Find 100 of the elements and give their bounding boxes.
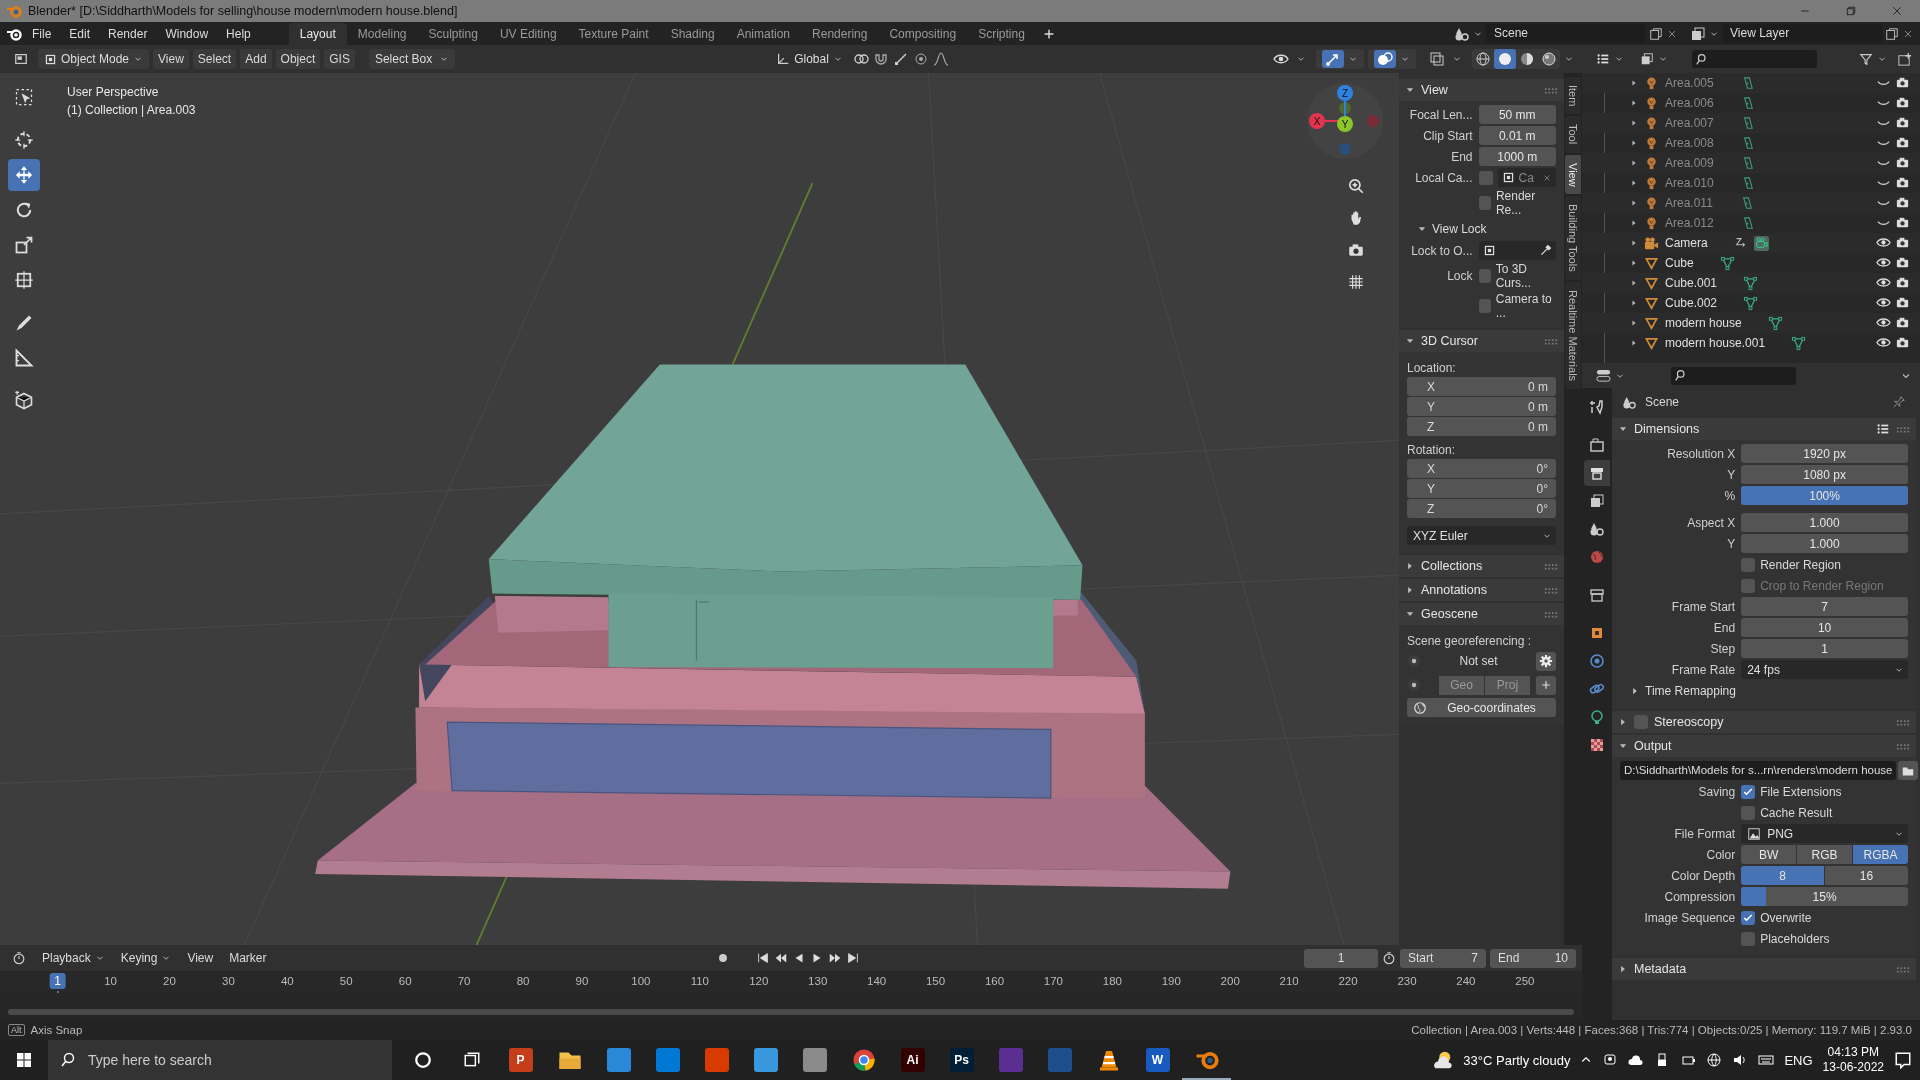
select-mode-dropdown[interactable]: Select Box: [368, 49, 455, 69]
sidebar-tab[interactable]: Tool: [1565, 116, 1581, 153]
current-frame-marker[interactable]: 1: [49, 973, 66, 989]
panel-header[interactable]: Stereoscopy: [1612, 711, 1916, 733]
expand-arrow-icon[interactable]: [1630, 119, 1638, 127]
expand-arrow-icon[interactable]: [1630, 339, 1638, 347]
toggle-button[interactable]: RGBA: [1853, 845, 1908, 864]
workspace-tab[interactable]: UV Editing: [488, 23, 568, 45]
frame-field[interactable]: Start 7: [1400, 948, 1486, 968]
checkbox[interactable]: [1478, 269, 1491, 283]
expand-arrow-icon[interactable]: [1630, 159, 1638, 167]
workspace-tab[interactable]: Sculpting: [417, 23, 489, 45]
workspace-tab[interactable]: Animation: [725, 23, 802, 45]
settings-button[interactable]: [1536, 651, 1556, 671]
outliner-item[interactable]: Area.012: [1665, 216, 1714, 230]
number-field[interactable]: Z 0°: [1407, 499, 1556, 518]
checkbox-label[interactable]: Placeholders: [1760, 931, 1830, 946]
task-view-icon[interactable]: [462, 1051, 481, 1069]
camera-icon[interactable]: [1895, 295, 1910, 310]
app-tile-icon[interactable]: [704, 1048, 729, 1072]
number-field[interactable]: 10: [1741, 618, 1908, 637]
next-key-icon[interactable]: [828, 951, 843, 965]
camera-icon[interactable]: [1347, 241, 1365, 259]
app-icon[interactable]: Ai: [900, 1048, 925, 1072]
number-field[interactable]: 1.000: [1741, 534, 1908, 553]
camera-icon[interactable]: [1895, 275, 1910, 290]
app-tile-icon[interactable]: [753, 1048, 778, 1072]
outliner-item[interactable]: Cube.001: [1665, 276, 1718, 290]
weather-text[interactable]: 33°C Partly cloudy: [1463, 1052, 1571, 1068]
menu-item[interactable]: Help: [218, 23, 259, 44]
copy-icon[interactable]: [1885, 26, 1899, 41]
dropdown[interactable]: 24 fps: [1741, 660, 1908, 679]
checkbox-label[interactable]: Render Region: [1760, 557, 1841, 572]
number-field[interactable]: 1.000: [1741, 513, 1908, 532]
outliner-item[interactable]: Area.008: [1665, 136, 1714, 150]
workspace-tab[interactable]: Scripting: [967, 23, 1036, 45]
menu-item[interactable]: GIS: [324, 49, 355, 69]
camera-icon[interactable]: [1895, 175, 1910, 190]
app-tile-icon[interactable]: [802, 1048, 827, 1072]
panel-header[interactable]: Annotations: [1399, 579, 1564, 601]
menu-item[interactable]: Window: [157, 23, 217, 44]
dropdown[interactable]: PNG: [1741, 824, 1908, 843]
toggle-button[interactable]: BW: [1741, 845, 1797, 864]
search-field[interactable]: Type here to search: [48, 1040, 392, 1080]
round-logo-icon[interactable]: [851, 1048, 876, 1072]
network-icon[interactable]: [1706, 1052, 1723, 1068]
checkbox[interactable]: [1478, 170, 1493, 185]
number-field[interactable]: 1000 m: [1478, 147, 1556, 166]
outliner-item[interactable]: Area.005: [1665, 76, 1714, 90]
menu-item[interactable]: Add: [240, 49, 272, 69]
windows-logo-icon[interactable]: [16, 1052, 32, 1068]
mesh-data-icon[interactable]: [1719, 255, 1735, 271]
webcam-icon[interactable]: [1602, 1052, 1619, 1068]
proportional-icon[interactable]: [912, 51, 929, 67]
outliner-item[interactable]: Cube.002: [1665, 296, 1718, 310]
radio-icon[interactable]: [1407, 678, 1421, 692]
camera-data-icon[interactable]: [1753, 235, 1769, 251]
checkbox-label[interactable]: File Extensions: [1760, 784, 1842, 799]
layers-icon[interactable]: [1690, 25, 1706, 42]
checkbox-label[interactable]: Cache Result: [1760, 805, 1833, 820]
menu-item[interactable]: Select: [192, 49, 237, 69]
clock-time[interactable]: 04:13 PM: [1827, 1045, 1879, 1060]
keyboard-icon[interactable]: [1758, 1052, 1775, 1068]
camera-icon[interactable]: [1895, 135, 1910, 150]
mesh-data-icon[interactable]: [1791, 335, 1807, 351]
toggle-button[interactable]: 8: [1741, 866, 1825, 885]
mode-dropdown[interactable]: Object Mode: [38, 49, 150, 69]
camera-icon[interactable]: [1895, 215, 1910, 230]
toggle-button[interactable]: [1374, 50, 1396, 68]
checkbox-label[interactable]: Camera to ...: [1495, 292, 1556, 320]
eye-icon[interactable]: [1876, 295, 1891, 310]
checkbox-label[interactable]: To 3D Curs...: [1495, 262, 1556, 290]
app-icon[interactable]: P: [508, 1048, 533, 1072]
mesh-data-icon[interactable]: [1767, 315, 1783, 331]
app-tile-icon[interactable]: [655, 1048, 680, 1072]
axis-gizmo[interactable]: Z X Y: [1305, 81, 1385, 161]
scrollbar[interactable]: [8, 1009, 1574, 1015]
outliner-item[interactable]: Area.006: [1665, 96, 1714, 110]
outliner-item[interactable]: modern house: [1665, 316, 1742, 330]
outliner-item[interactable]: Area.009: [1665, 156, 1714, 170]
checkbox[interactable]: [1478, 196, 1491, 210]
clock-date[interactable]: 13-06-2022: [1822, 1060, 1884, 1075]
folder-button[interactable]: [1898, 761, 1919, 780]
toggle-button[interactable]: [1322, 50, 1344, 68]
number-field[interactable]: X 0°: [1407, 459, 1556, 478]
scene-field[interactable]: Scene: [1486, 24, 1646, 43]
workspace-tab[interactable]: Layout: [288, 23, 347, 45]
camera-icon[interactable]: [1895, 235, 1910, 250]
weather-icon[interactable]: [1431, 1049, 1454, 1071]
number-field[interactable]: 1080 px: [1741, 465, 1908, 484]
checkbox-label[interactable]: Render Re...: [1495, 189, 1556, 217]
workspace-tab[interactable]: Rendering: [801, 23, 879, 45]
action-button[interactable]: Geo-coordinates: [1407, 698, 1556, 717]
expand-arrow-icon[interactable]: [1630, 239, 1638, 247]
shading-button[interactable]: [1494, 49, 1516, 69]
checkbox[interactable]: [1741, 784, 1756, 799]
panel-header[interactable]: Dimensions: [1612, 418, 1916, 440]
outliner-item[interactable]: Cube: [1665, 256, 1694, 270]
app-icon[interactable]: W: [1145, 1048, 1170, 1072]
sidebar-tab[interactable]: View: [1565, 154, 1581, 195]
